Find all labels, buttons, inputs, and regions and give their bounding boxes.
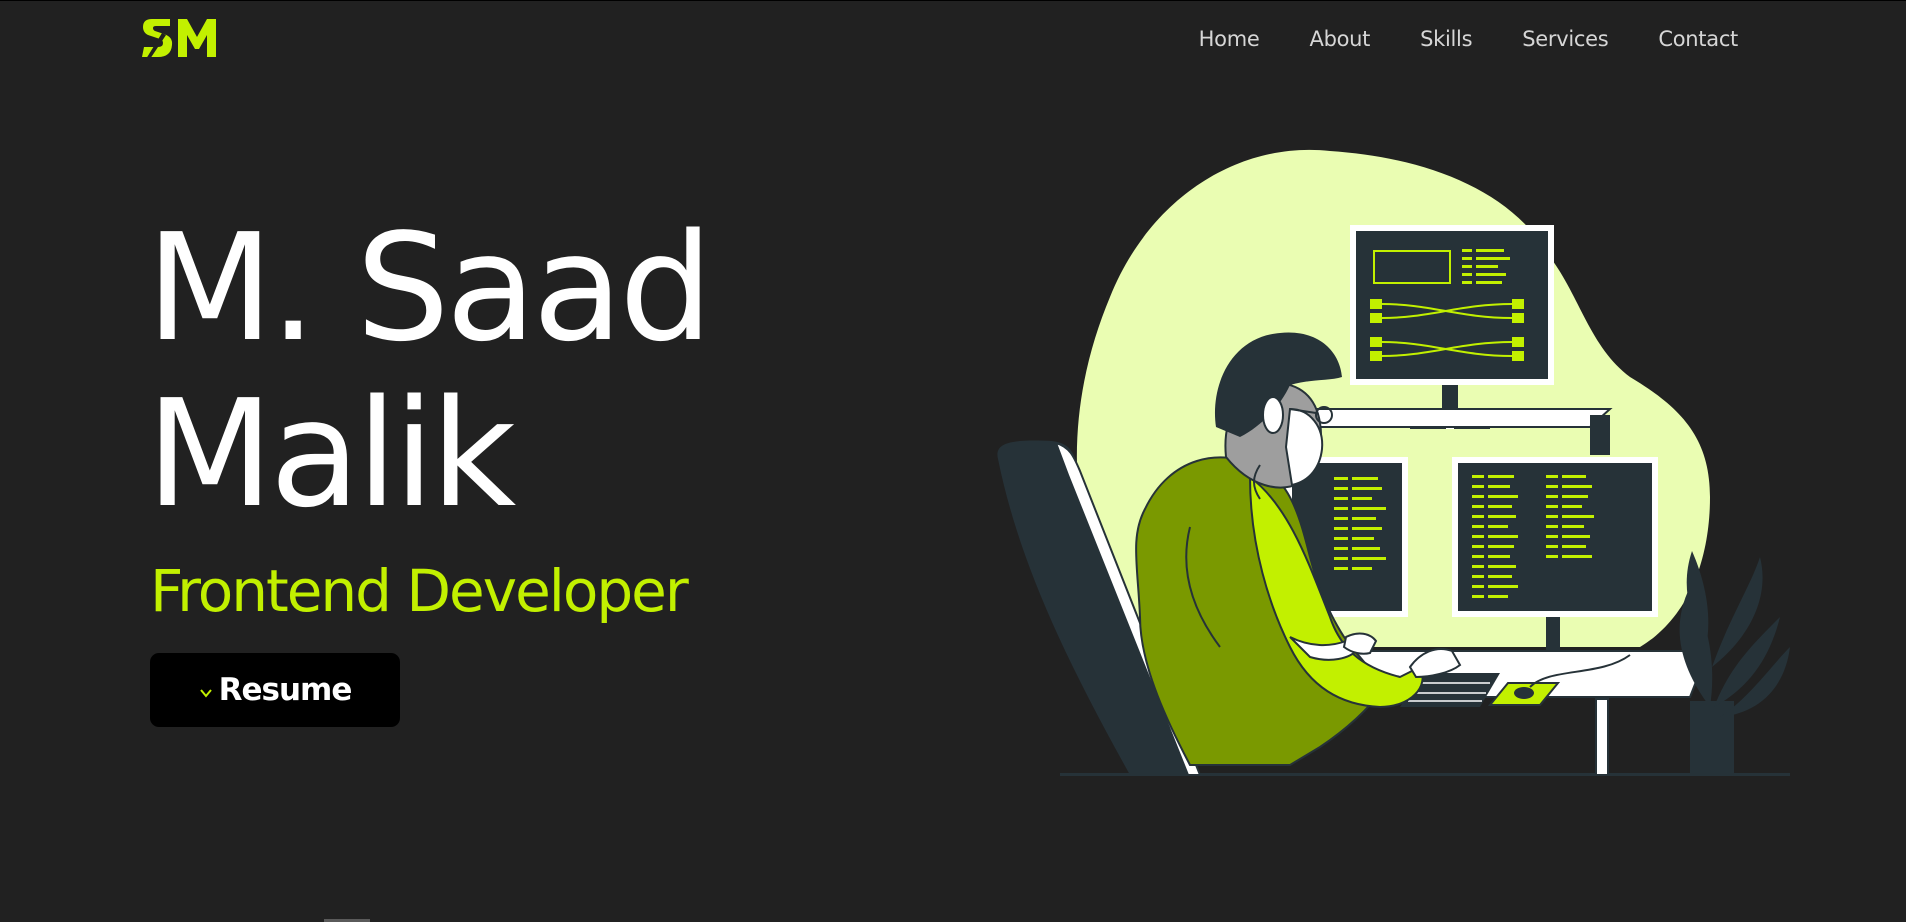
sm-monogram-icon	[142, 19, 216, 59]
nav-skills[interactable]: Skills	[1420, 27, 1472, 51]
main-nav: Home About Skills Services Contact	[1199, 27, 1739, 51]
hero-name: M. Saad Malik	[146, 202, 713, 540]
hero-name-line1: M. Saad	[146, 202, 713, 374]
resume-button[interactable]: Resume	[150, 653, 400, 727]
nav-about[interactable]: About	[1310, 27, 1371, 51]
hero-role: Frontend Developer	[150, 557, 689, 625]
nav-contact[interactable]: Contact	[1658, 27, 1738, 51]
resume-button-label: Resume	[218, 672, 353, 708]
nav-home[interactable]: Home	[1199, 27, 1260, 51]
chevron-down-icon	[199, 689, 212, 698]
nav-services[interactable]: Services	[1522, 27, 1608, 51]
developer-at-desk-illustration	[997, 149, 1790, 776]
developer-illustration	[990, 147, 1790, 777]
hero-name-line2: Malik	[146, 368, 516, 540]
logo[interactable]	[140, 13, 222, 65]
